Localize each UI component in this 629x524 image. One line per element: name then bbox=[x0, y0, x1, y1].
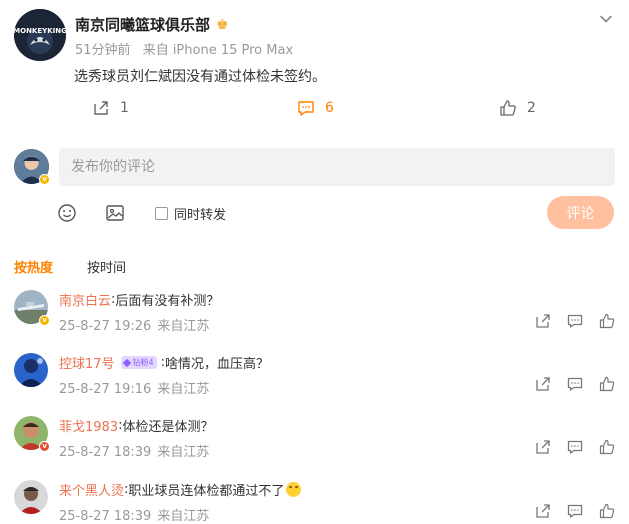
like-icon[interactable] bbox=[599, 313, 615, 329]
comment-text: 体检还是体测？ bbox=[122, 420, 214, 435]
comment-input[interactable] bbox=[59, 148, 615, 186]
post-source: 来自 iPhone 15 Pro Max bbox=[142, 43, 294, 58]
comment-meta: 25-8-27 18:39 来自江苏 bbox=[59, 505, 209, 524]
comment-username[interactable]: 南京白云 bbox=[59, 290, 111, 309]
like-count: 2 bbox=[527, 100, 536, 116]
like-button[interactable]: 2 bbox=[499, 96, 536, 120]
chevron-down-icon[interactable] bbox=[598, 11, 614, 27]
composer-toolbar: 同时转发 评论 bbox=[0, 196, 629, 230]
repost-icon bbox=[94, 101, 108, 115]
comment-content: 菲戈1983: 体检还是体测？ bbox=[59, 416, 214, 435]
like-icon[interactable] bbox=[599, 439, 615, 455]
comment-item: 来个黑人烫: 职业球员连体检都通过不了 25-8-27 18:39 来自江苏 bbox=[14, 480, 615, 524]
comment-meta: 25-8-27 19:16 来自江苏 bbox=[59, 378, 209, 397]
share-icon[interactable] bbox=[535, 503, 551, 519]
post-time[interactable]: 51分钟前 bbox=[75, 43, 131, 58]
comment-icon[interactable] bbox=[567, 439, 583, 455]
comment-meta: 25-8-27 18:39 来自江苏 bbox=[59, 441, 209, 460]
comment-composer: v bbox=[14, 147, 615, 187]
fan-level-label: 钻粉4 bbox=[132, 358, 154, 367]
post-header: MONKEYKING 南京同曦篮球俱乐部 ♚ 51分钟前 来自 iPhone 15… bbox=[14, 9, 615, 61]
image-icon[interactable] bbox=[105, 203, 125, 223]
also-repost-option[interactable]: 同时转发 bbox=[155, 204, 226, 223]
comment-location: 来自江苏 bbox=[157, 382, 210, 397]
like-icon[interactable] bbox=[599, 503, 615, 519]
verified-badge-icon: v bbox=[39, 315, 50, 326]
comment-date: 25-8-27 19:26 bbox=[59, 319, 152, 334]
comment-content: 控球17号 钻粉4 : 啥情况，血压高？ bbox=[59, 353, 270, 372]
comment-icon[interactable] bbox=[567, 313, 583, 329]
submit-comment-button[interactable]: 评论 bbox=[547, 196, 614, 229]
comment-location: 来自江苏 bbox=[157, 509, 210, 524]
diamond-icon bbox=[122, 358, 131, 367]
comment-item: v 菲戈1983: 体检还是体测？ 25-8-27 18:39 来自江苏 bbox=[14, 416, 615, 460]
comment-text: 后面有没有补测？ bbox=[115, 294, 220, 309]
share-icon[interactable] bbox=[535, 439, 551, 455]
post-action-bar: 1 6 2 bbox=[0, 96, 629, 120]
comment-meta: 25-8-27 19:26 来自江苏 bbox=[59, 315, 209, 334]
tab-sort-hot[interactable]: 按热度 bbox=[14, 257, 53, 276]
comment-date: 25-8-27 18:39 bbox=[59, 509, 152, 524]
comment-date: 25-8-27 18:39 bbox=[59, 445, 152, 460]
share-icon[interactable] bbox=[535, 376, 551, 392]
tab-sort-time[interactable]: 按时间 bbox=[87, 257, 126, 276]
comment-icon[interactable] bbox=[567, 503, 583, 519]
svg-text:MONKEYKING: MONKEYKING bbox=[14, 27, 66, 35]
post-meta: 51分钟前 来自 iPhone 15 Pro Max bbox=[75, 39, 293, 58]
comment-item: v 南京白云: 后面有没有补测？ 25-8-27 19:26 来自江苏 bbox=[14, 290, 615, 334]
comment-username[interactable]: 控球17号 bbox=[59, 353, 115, 372]
comment-username[interactable]: 菲戈1983 bbox=[59, 416, 118, 435]
comment-content: 南京白云: 后面有没有补测？ bbox=[59, 290, 220, 309]
laughing-emoji-icon bbox=[286, 482, 302, 497]
also-repost-label: 同时转发 bbox=[174, 208, 227, 223]
repost-button[interactable]: 1 bbox=[92, 96, 129, 120]
comment-count: 6 bbox=[325, 100, 334, 116]
comment-location: 来自江苏 bbox=[157, 319, 210, 334]
comment-text: 职业球员连体检都通过不了 bbox=[128, 484, 285, 499]
repost-count: 1 bbox=[120, 100, 129, 116]
commenter-avatar[interactable] bbox=[14, 353, 48, 387]
verified-badge-icon: v bbox=[39, 441, 50, 452]
post-text: 选秀球员刘仁斌因没有通过体检未签约。 bbox=[74, 69, 326, 85]
share-icon[interactable] bbox=[535, 313, 551, 329]
fan-level-badge: 钻粉4 bbox=[120, 356, 157, 369]
comment-content: 来个黑人烫: 职业球员连体检都通过不了 bbox=[59, 480, 302, 499]
comment-item: 控球17号 钻粉4 : 啥情况，血压高？ 25-8-27 19:16 来自江苏 bbox=[14, 353, 615, 397]
crown-icon: ♚ bbox=[216, 17, 229, 33]
also-repost-checkbox[interactable] bbox=[155, 207, 168, 220]
post-author[interactable]: 南京同曦篮球俱乐部 ♚ bbox=[75, 14, 229, 35]
like-icon bbox=[500, 100, 516, 116]
like-icon[interactable] bbox=[599, 376, 615, 392]
comment-date: 25-8-27 19:16 bbox=[59, 382, 152, 397]
comment-button[interactable]: 6 bbox=[297, 96, 334, 120]
post-author-name[interactable]: 南京同曦篮球俱乐部 bbox=[75, 16, 210, 34]
commenter-avatar[interactable] bbox=[14, 480, 48, 514]
comment-text: 啥情况，血压高？ bbox=[165, 357, 270, 372]
comment-icon[interactable] bbox=[567, 376, 583, 392]
comment-icon bbox=[298, 101, 314, 116]
verified-badge-icon: v bbox=[39, 174, 50, 185]
comment-location: 来自江苏 bbox=[157, 445, 210, 460]
emoji-icon[interactable] bbox=[57, 203, 77, 223]
comment-username[interactable]: 来个黑人烫 bbox=[59, 480, 124, 499]
club-logo-avatar[interactable]: MONKEYKING bbox=[14, 9, 66, 61]
